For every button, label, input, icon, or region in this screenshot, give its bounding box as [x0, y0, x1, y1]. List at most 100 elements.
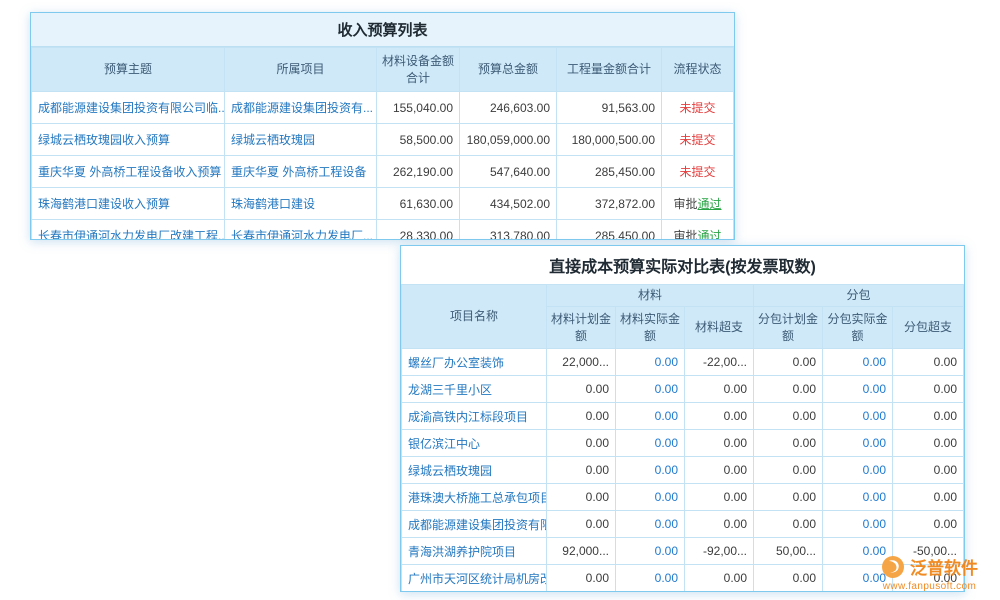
- budget-subject-link[interactable]: 成都能源建设集团投资有限公司临...: [32, 92, 225, 124]
- material-actual-link[interactable]: 0.00: [616, 484, 685, 511]
- sub-over-value: 0.00: [893, 430, 964, 457]
- material-plan-value: 0.00: [547, 565, 616, 592]
- sub-plan-value: 0.00: [754, 457, 823, 484]
- col-header-sub-over: 分包超支: [893, 307, 964, 349]
- material-over-value: 0.00: [685, 565, 754, 592]
- quantity-total-value: 372,872.00: [557, 188, 662, 220]
- status-badge: 未提交: [679, 165, 715, 179]
- col-group-subcontract: 分包: [754, 285, 964, 307]
- sub-over-value: 0.00: [893, 511, 964, 538]
- sub-actual-link[interactable]: 0.00: [823, 376, 893, 403]
- material-total-value: 155,040.00: [377, 92, 460, 124]
- sub-actual-link[interactable]: 0.00: [823, 430, 893, 457]
- project-name-link[interactable]: 成都能源建设集团投资有限: [402, 511, 547, 538]
- table-row: 重庆华夏 外高桥工程设备收入预算 重庆华夏 外高桥工程设备 262,190.00…: [32, 156, 734, 188]
- sub-plan-value: 0.00: [754, 511, 823, 538]
- project-name-link[interactable]: 成渝高铁内江标段项目: [402, 403, 547, 430]
- project-name-link[interactable]: 青海洪湖养护院项目: [402, 538, 547, 565]
- sub-over-value: 0.00: [893, 349, 964, 376]
- budget-subject-link[interactable]: 重庆华夏 外高桥工程设备收入预算: [32, 156, 225, 188]
- cost-compare-card: 直接成本预算实际对比表(按发票取数) 项目名称 材料 分包 材料计划金额 材料实…: [400, 245, 965, 592]
- sub-actual-link[interactable]: 0.00: [823, 484, 893, 511]
- material-plan-value: 0.00: [547, 511, 616, 538]
- project-name-link[interactable]: 绿城云栖玫瑰园: [402, 457, 547, 484]
- project-link[interactable]: 重庆华夏 外高桥工程设备: [225, 156, 377, 188]
- col-header-project: 所属项目: [225, 48, 377, 92]
- sub-plan-value: 0.00: [754, 430, 823, 457]
- material-total-value: 61,630.00: [377, 188, 460, 220]
- material-actual-link[interactable]: 0.00: [616, 538, 685, 565]
- table-row: 绿城云栖玫瑰园收入预算 绿城云栖玫瑰园 58,500.00 180,059,00…: [32, 124, 734, 156]
- col-header-sub-actual: 分包实际金额: [823, 307, 893, 349]
- sub-over-value: 0.00: [893, 457, 964, 484]
- status-badge: 未提交: [679, 101, 715, 115]
- sub-over-value: -50,00...: [893, 538, 964, 565]
- budget-subject-link[interactable]: 长春市伊通河水力发电厂改建工程...: [32, 220, 225, 241]
- table-row: 银亿滨江中心 0.00 0.00 0.00 0.00 0.00 0.00: [402, 430, 964, 457]
- material-over-value: 0.00: [685, 430, 754, 457]
- sub-actual-link[interactable]: 0.00: [823, 565, 893, 592]
- table-row: 广州市天河区统计局机房改 0.00 0.00 0.00 0.00 0.00 0.…: [402, 565, 964, 592]
- quantity-total-value: 285,450.00: [557, 220, 662, 241]
- material-actual-link[interactable]: 0.00: [616, 376, 685, 403]
- sub-over-value: 0.00: [893, 484, 964, 511]
- project-name-link[interactable]: 港珠澳大桥施工总承包项目: [402, 484, 547, 511]
- sub-over-value: 0.00: [893, 565, 964, 592]
- sub-plan-value: 0.00: [754, 403, 823, 430]
- project-link[interactable]: 成都能源建设集团投资有...: [225, 92, 377, 124]
- material-actual-link[interactable]: 0.00: [616, 403, 685, 430]
- status-approved-link[interactable]: 通过: [698, 197, 722, 211]
- table-row: 青海洪湖养护院项目 92,000... 0.00 -92,00... 50,00…: [402, 538, 964, 565]
- material-actual-link[interactable]: 0.00: [616, 457, 685, 484]
- col-header-budget-subject: 预算主题: [32, 48, 225, 92]
- col-header-project-name: 项目名称: [402, 285, 547, 349]
- status-badge: 审批: [673, 229, 697, 240]
- table-row: 成渝高铁内江标段项目 0.00 0.00 0.00 0.00 0.00 0.00: [402, 403, 964, 430]
- material-plan-value: 0.00: [547, 403, 616, 430]
- material-over-value: 0.00: [685, 511, 754, 538]
- sub-actual-link[interactable]: 0.00: [823, 457, 893, 484]
- project-name-link[interactable]: 广州市天河区统计局机房改: [402, 565, 547, 592]
- sub-plan-value: 0.00: [754, 565, 823, 592]
- table-row: 龙湖三千里小区 0.00 0.00 0.00 0.00 0.00 0.00: [402, 376, 964, 403]
- material-plan-value: 0.00: [547, 430, 616, 457]
- sub-actual-link[interactable]: 0.00: [823, 511, 893, 538]
- cost-compare-table: 项目名称 材料 分包 材料计划金额 材料实际金额 材料超支 分包计划金额 分包实…: [401, 284, 964, 592]
- material-plan-value: 0.00: [547, 457, 616, 484]
- budget-subject-link[interactable]: 珠海鹤港口建设收入预算: [32, 188, 225, 220]
- table-row: 港珠澳大桥施工总承包项目 0.00 0.00 0.00 0.00 0.00 0.…: [402, 484, 964, 511]
- project-link[interactable]: 珠海鹤港口建设: [225, 188, 377, 220]
- status-approved-link[interactable]: 通过: [698, 229, 722, 240]
- project-name-link[interactable]: 龙湖三千里小区: [402, 376, 547, 403]
- sub-over-value: 0.00: [893, 376, 964, 403]
- budget-total-value: 547,640.00: [460, 156, 557, 188]
- project-name-link[interactable]: 螺丝厂办公室装饰: [402, 349, 547, 376]
- material-total-value: 58,500.00: [377, 124, 460, 156]
- budget-total-value: 180,059,000.00: [460, 124, 557, 156]
- material-actual-link[interactable]: 0.00: [616, 349, 685, 376]
- col-header-material-over: 材料超支: [685, 307, 754, 349]
- budget-total-value: 313,780.00: [460, 220, 557, 241]
- material-over-value: 0.00: [685, 376, 754, 403]
- col-group-material: 材料: [547, 285, 754, 307]
- budget-total-value: 246,603.00: [460, 92, 557, 124]
- sub-over-value: 0.00: [893, 403, 964, 430]
- material-plan-value: 0.00: [547, 484, 616, 511]
- cost-compare-title: 直接成本预算实际对比表(按发票取数): [401, 246, 964, 284]
- income-header-row: 预算主题 所属项目 材料设备金额合计 预算总金额 工程量金额合计 流程状态: [32, 48, 734, 92]
- project-link[interactable]: 长春市伊通河水力发电厂...: [225, 220, 377, 241]
- sub-actual-link[interactable]: 0.00: [823, 538, 893, 565]
- budget-subject-link[interactable]: 绿城云栖玫瑰园收入预算: [32, 124, 225, 156]
- status-badge: 未提交: [679, 133, 715, 147]
- material-actual-link[interactable]: 0.00: [616, 565, 685, 592]
- sub-actual-link[interactable]: 0.00: [823, 403, 893, 430]
- project-name-link[interactable]: 银亿滨江中心: [402, 430, 547, 457]
- table-row: 成都能源建设集团投资有限 0.00 0.00 0.00 0.00 0.00 0.…: [402, 511, 964, 538]
- material-actual-link[interactable]: 0.00: [616, 430, 685, 457]
- project-link[interactable]: 绿城云栖玫瑰园: [225, 124, 377, 156]
- col-header-material-actual: 材料实际金额: [616, 307, 685, 349]
- sub-actual-link[interactable]: 0.00: [823, 349, 893, 376]
- material-actual-link[interactable]: 0.00: [616, 511, 685, 538]
- quantity-total-value: 91,563.00: [557, 92, 662, 124]
- col-header-material-plan: 材料计划金额: [547, 307, 616, 349]
